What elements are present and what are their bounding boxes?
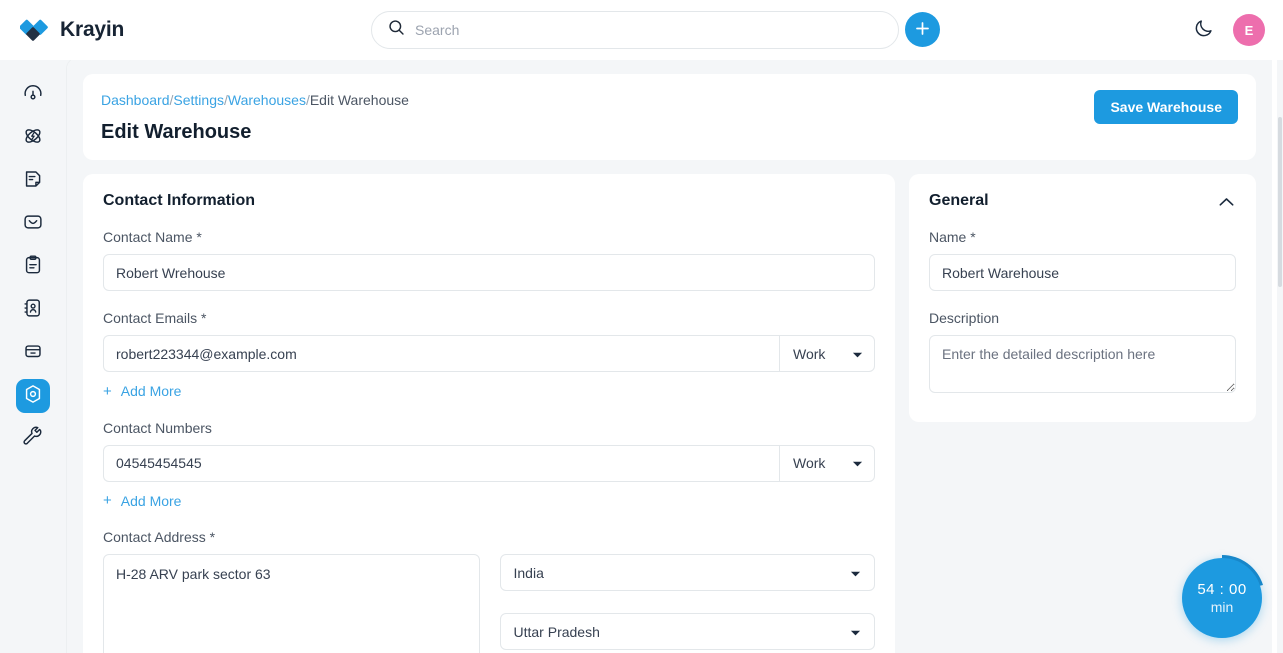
chevron-down-icon: [850, 565, 861, 581]
address-right: India Uttar Pradesh: [499, 554, 875, 653]
search-input[interactable]: [415, 12, 882, 48]
general-name-input[interactable]: [929, 254, 1236, 291]
atom-icon: [22, 125, 44, 152]
add-button[interactable]: [905, 12, 940, 47]
sidebar-item-quotes[interactable]: [16, 164, 50, 198]
gauge-icon: [22, 82, 44, 109]
breadcrumb-item-dashboard[interactable]: Dashboard: [101, 92, 170, 108]
field-contact-emails: Contact Emails * Work + Add More: [103, 310, 875, 401]
top-header: Krayin E: [0, 0, 1283, 60]
contact-email-row: Work: [103, 335, 875, 372]
page-header-card: Dashboard/Settings/Warehouses/Edit Wareh…: [83, 74, 1256, 160]
contact-name-label: Contact Name *: [103, 229, 202, 245]
plus-icon: +: [103, 492, 112, 509]
contact-number-type-value: Work: [793, 455, 826, 471]
sidebar-item-settings[interactable]: [16, 379, 50, 413]
plus-icon: +: [103, 382, 112, 400]
content-shell: Dashboard/Settings/Warehouses/Edit Wareh…: [66, 57, 1277, 653]
sidebar-item-activities[interactable]: [16, 250, 50, 284]
chevron-down-icon: [852, 346, 863, 362]
envelope-icon: [22, 211, 44, 238]
brand-name: Krayin: [60, 18, 125, 41]
general-card-header: General: [929, 192, 1236, 210]
address-grid: India Uttar Pradesh: [103, 554, 875, 653]
timer-unit: min: [1210, 599, 1234, 615]
contact-emails-label: Contact Emails *: [103, 310, 207, 326]
contact-numbers-label: Contact Numbers: [103, 419, 212, 436]
theme-toggle-button[interactable]: [1189, 17, 1217, 43]
country-select[interactable]: India: [499, 554, 875, 591]
plus-icon: [914, 20, 931, 40]
form-body: Contact Information Contact Name * Conta…: [83, 174, 1256, 653]
sidebar-item-contacts[interactable]: [16, 293, 50, 327]
breadcrumb-item-settings[interactable]: Settings: [173, 92, 224, 108]
contact-email-input[interactable]: [103, 335, 779, 372]
breadcrumb-item-warehouses[interactable]: Warehouses: [228, 92, 306, 108]
box-icon: [22, 340, 44, 367]
save-warehouse-button[interactable]: Save Warehouse: [1094, 90, 1238, 124]
chevron-down-icon: [852, 455, 863, 471]
field-contact-numbers: Contact Numbers Work + Add More: [103, 420, 875, 511]
add-more-number-label: Add More: [120, 492, 182, 509]
chevron-down-icon: [850, 624, 861, 640]
content-area: Dashboard/Settings/Warehouses/Edit Wareh…: [67, 58, 1272, 653]
krayin-diamond-logo-icon: [19, 16, 50, 44]
brand[interactable]: Krayin: [19, 16, 320, 44]
contact-number-input[interactable]: [103, 444, 779, 482]
address-left: [103, 554, 480, 653]
state-select[interactable]: Uttar Pradesh: [499, 613, 875, 650]
contact-information-title: Contact Information: [103, 192, 255, 209]
general-collapse-button[interactable]: [1217, 193, 1236, 210]
avatar[interactable]: E: [1233, 14, 1265, 46]
add-more-number-link[interactable]: + Add More: [103, 493, 181, 509]
sidebar-item-dashboard[interactable]: [16, 78, 50, 112]
sidebar-item-leads[interactable]: [16, 121, 50, 155]
page-header-left: Dashboard/Settings/Warehouses/Edit Wareh…: [101, 90, 409, 144]
country-value: India: [513, 564, 544, 581]
contact-email-type-value: Work: [793, 345, 826, 362]
address-textarea[interactable]: [103, 554, 480, 653]
search-icon: [388, 19, 405, 41]
general-description-label: Description: [929, 310, 1000, 326]
contact-book-icon: [22, 297, 44, 324]
timer-widget[interactable]: 54 : 00 min: [1179, 549, 1265, 638]
moon-icon: [1193, 18, 1214, 42]
document-icon: [22, 168, 44, 195]
field-contact-name: Contact Name *: [103, 229, 875, 291]
general-card: General Name * Description: [909, 174, 1256, 422]
general-name-label: Name *: [929, 229, 976, 245]
contact-number-type-select[interactable]: Work: [779, 444, 875, 482]
general-description-textarea[interactable]: [929, 335, 1236, 393]
state-value: Uttar Pradesh: [513, 623, 600, 640]
sidebar: [0, 60, 66, 653]
avatar-initial: E: [1244, 22, 1254, 38]
contact-number-row: Work: [103, 444, 875, 482]
general-title: General: [929, 192, 989, 209]
scrollbar-thumb[interactable]: [1278, 117, 1282, 287]
add-more-email-link[interactable]: + Add More: [103, 383, 181, 399]
sidebar-item-configuration[interactable]: [16, 422, 50, 456]
contact-name-input[interactable]: [103, 254, 875, 291]
sidebar-item-mail[interactable]: [16, 207, 50, 241]
page-title: Edit Warehouse: [101, 121, 252, 143]
timer-face: 54 : 00 min: [1182, 558, 1262, 638]
breadcrumb-item-current: Edit Warehouse: [309, 92, 409, 108]
add-more-email-label: Add More: [120, 383, 182, 399]
contact-email-type-select[interactable]: Work: [779, 335, 875, 372]
field-general-name: Name *: [929, 229, 1236, 291]
field-contact-address: Contact Address * India: [103, 529, 875, 653]
chevron-up-icon: [1219, 195, 1234, 210]
field-general-description: Description: [929, 310, 1236, 398]
timer-time: 54 : 00: [1197, 581, 1247, 598]
hex-gear-icon: [22, 383, 44, 410]
global-search[interactable]: [371, 11, 899, 49]
breadcrumb: Dashboard/Settings/Warehouses/Edit Wareh…: [101, 90, 409, 110]
contact-information-card: Contact Information Contact Name * Conta…: [83, 174, 895, 653]
contact-address-label: Contact Address *: [103, 529, 216, 545]
page-scrollbar[interactable]: [1277, 57, 1283, 653]
wrench-icon: [22, 426, 44, 453]
sidebar-item-products[interactable]: [16, 336, 50, 370]
clipboard-icon: [22, 254, 44, 281]
